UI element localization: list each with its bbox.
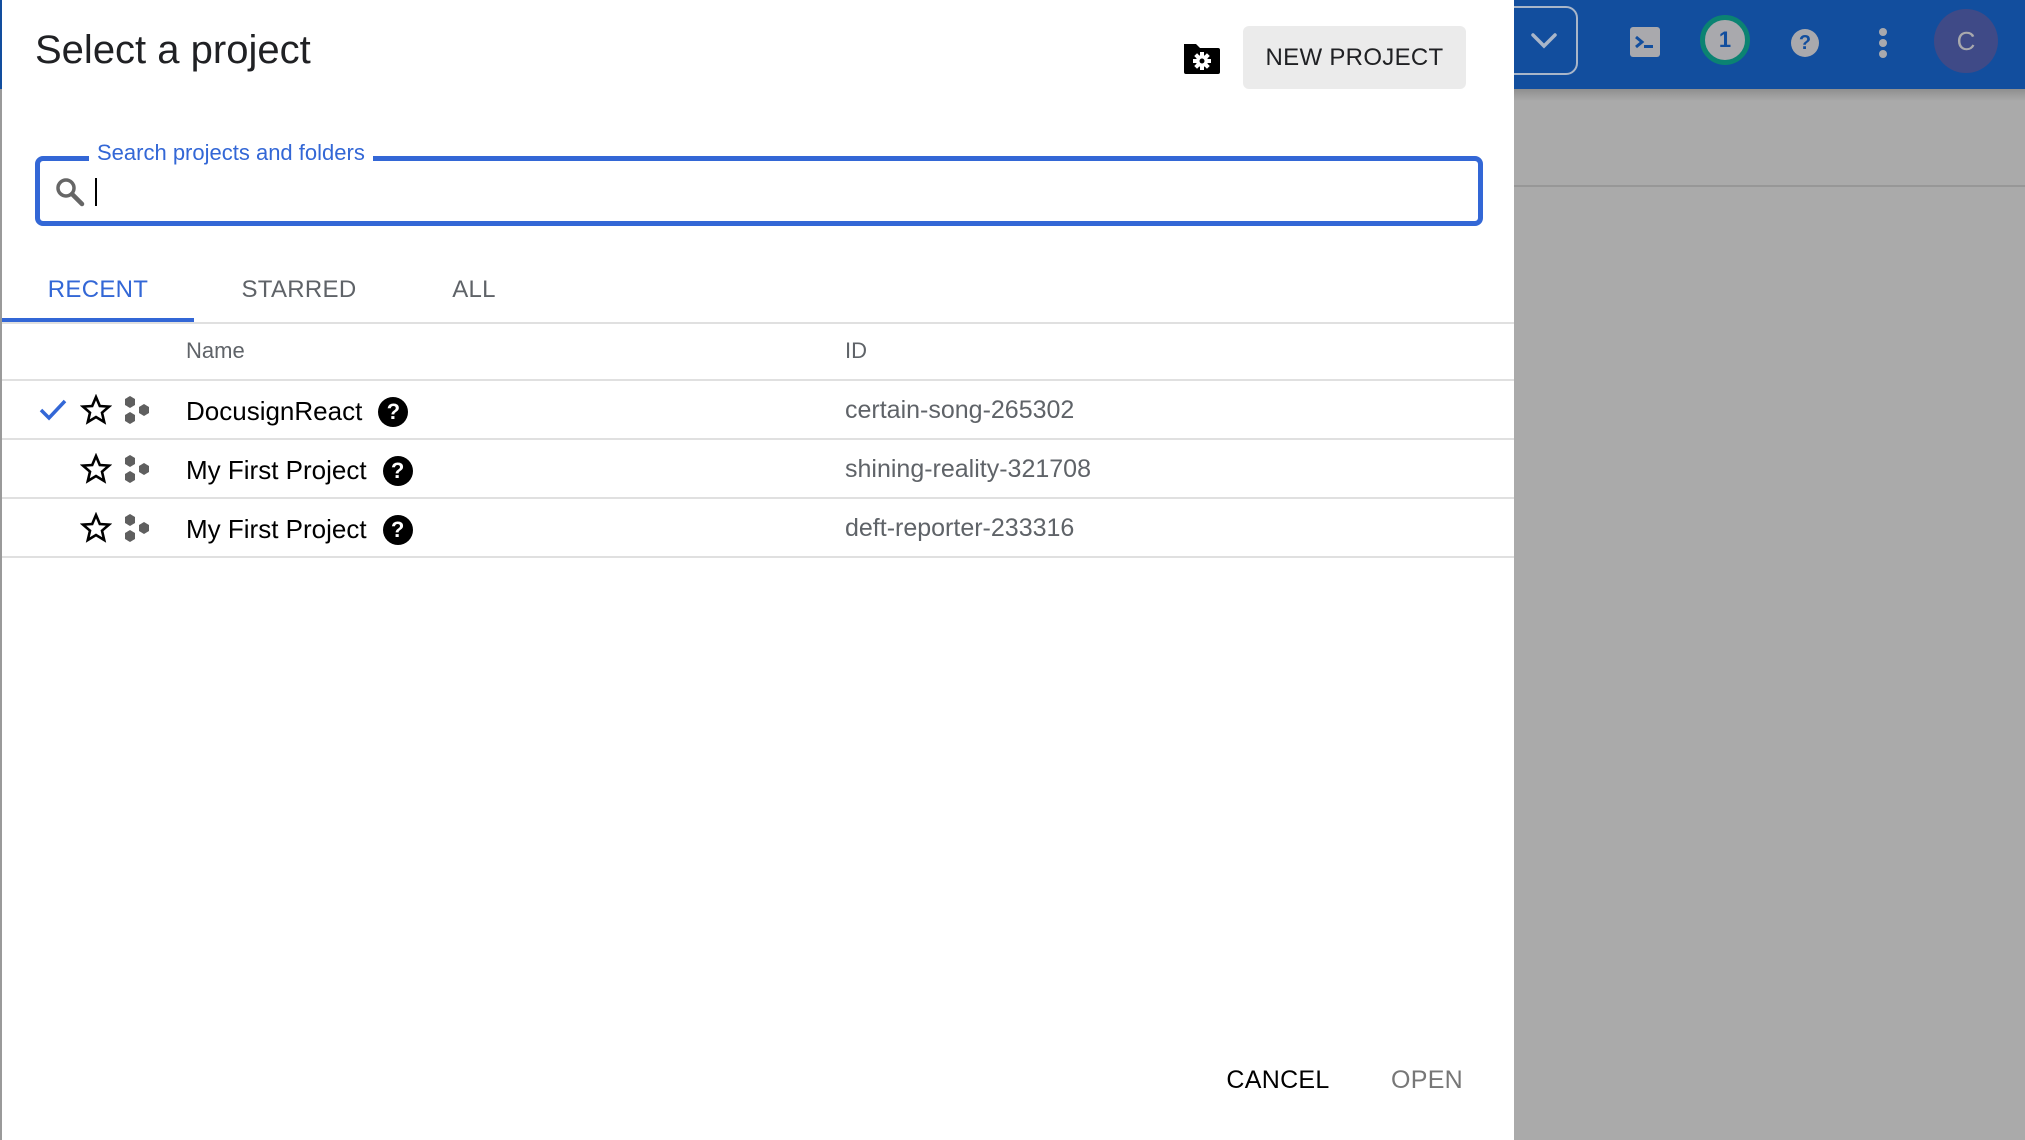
column-header-id: ID: [845, 338, 867, 363]
table-row[interactable]: My First Project ? deft-reporter-233316: [2, 499, 1514, 558]
help-icon[interactable]: ?: [378, 396, 409, 427]
check-icon: [39, 399, 67, 421]
tab-recent[interactable]: RECENT: [2, 260, 194, 319]
dialog-title: Select a project: [35, 28, 311, 72]
project-tabs: RECENT STARRED ALL: [2, 260, 1514, 324]
tab-all[interactable]: ALL: [404, 260, 544, 319]
project-name-cell[interactable]: DocusignReact ?: [186, 396, 409, 427]
manage-resources-button[interactable]: [1182, 40, 1222, 76]
project-icon: [125, 455, 149, 483]
column-header-name: Name: [186, 338, 245, 363]
avatar-initial: C: [1956, 25, 1976, 56]
project-name-cell[interactable]: My First Project ?: [186, 514, 413, 545]
terminal-icon: [1635, 35, 1653, 49]
project-id: certain-song-265302: [845, 396, 1075, 424]
project-name[interactable]: My First Project: [186, 514, 367, 545]
help-icon: ?: [1798, 31, 1812, 54]
help-icon[interactable]: ?: [382, 455, 413, 486]
project-id: shining-reality-321708: [845, 455, 1091, 483]
table-row[interactable]: DocusignReact ? certain-song-265302: [2, 381, 1514, 440]
project-icon: [125, 514, 149, 542]
text-cursor: [95, 178, 97, 206]
more-vert-icon: [1879, 28, 1887, 36]
select-project-dialog: Select a project NEW PROJECT Search proj…: [2, 0, 1514, 1140]
help-button[interactable]: ?: [1791, 29, 1819, 57]
search-icon: [56, 178, 85, 207]
avatar[interactable]: C: [1934, 9, 1998, 73]
project-icon: [125, 396, 149, 424]
table-row[interactable]: My First Project ? shining-reality-32170…: [2, 440, 1514, 499]
star-icon[interactable]: [80, 453, 112, 485]
cloud-shell-button[interactable]: [1630, 27, 1660, 57]
new-project-button[interactable]: NEW PROJECT: [1243, 26, 1466, 89]
cancel-button[interactable]: CANCEL: [1214, 1058, 1342, 1102]
project-name[interactable]: My First Project: [186, 455, 367, 486]
search-field-label: Search projects and folders: [89, 140, 373, 166]
star-icon[interactable]: [80, 394, 112, 426]
notification-count: 1: [1718, 27, 1732, 52]
folder-settings-icon: [1184, 44, 1220, 74]
tab-starred[interactable]: STARRED: [194, 260, 404, 319]
table-header: Name ID: [2, 322, 1514, 381]
project-name-cell[interactable]: My First Project ?: [186, 455, 413, 486]
open-button[interactable]: OPEN: [1378, 1058, 1476, 1102]
projects-table: Name ID DocusignReact ? certain-song-265…: [2, 322, 1514, 558]
star-icon[interactable]: [80, 512, 112, 544]
project-name[interactable]: DocusignReact: [186, 396, 362, 427]
more-options-button[interactable]: [1876, 28, 1890, 58]
help-icon[interactable]: ?: [382, 514, 413, 545]
search-input[interactable]: [94, 168, 1468, 216]
notification-badge[interactable]: 1: [1700, 15, 1750, 65]
project-id: deft-reporter-233316: [845, 514, 1075, 542]
chevron-down-icon: [1531, 32, 1557, 48]
